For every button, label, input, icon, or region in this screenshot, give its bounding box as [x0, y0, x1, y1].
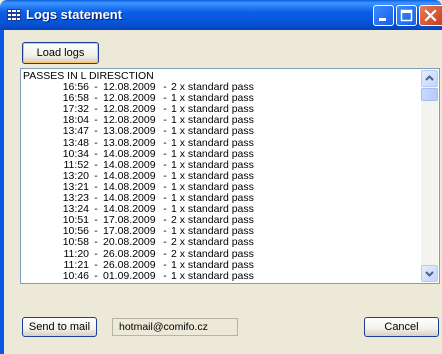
log-entry-description: 1 x standard pass — [171, 125, 254, 138]
minimize-button[interactable] — [373, 5, 394, 26]
log-entry-date: 13.08.2009 — [103, 136, 156, 149]
log-entry-time: 11:20 — [63, 247, 90, 260]
maximize-button[interactable] — [396, 5, 417, 26]
log-entry-separator: - — [94, 269, 98, 281]
close-button[interactable] — [419, 5, 442, 26]
chevron-up-icon — [425, 75, 434, 81]
minimize-icon — [379, 18, 386, 21]
log-entry: 11:20-26.08.2009-2 x standard pass — [23, 247, 415, 260]
log-text-area[interactable]: PASSES IN L DIRESCTION 16:56-12.08.2009-… — [20, 68, 440, 284]
title-bar[interactable]: Logs statement — [0, 0, 442, 30]
log-entry-date: 01.09.2009 — [103, 269, 156, 281]
load-logs-button[interactable]: Load logs — [22, 42, 99, 64]
logs-statement-window: Logs statement Load logs PASSES IN L DIR… — [0, 0, 442, 354]
log-entry: 13:48-13.08.2009-1 x standard pass — [23, 136, 415, 149]
log-entry-separator: - — [163, 269, 167, 281]
grid-app-icon — [7, 9, 21, 21]
log-entry: 10:46-01.09.2009-1 x standard pass — [23, 269, 415, 281]
scroll-up-button[interactable] — [421, 70, 438, 87]
log-entry-separator: - — [163, 247, 167, 260]
log-entry-separator: - — [94, 236, 98, 249]
log-entry-description: 2 x standard pass — [171, 236, 254, 249]
log-entry-time: 13:48 — [62, 136, 89, 149]
chevron-down-icon — [425, 271, 434, 277]
log-entry-separator: - — [163, 136, 167, 149]
log-entry-description: 1 x standard pass — [171, 136, 254, 149]
log-entry: 13:47-13.08.2009-1 x standard pass — [23, 126, 415, 137]
log-entry-date: 26.08.2009 — [103, 247, 156, 260]
email-field[interactable]: hotmail@comifo.cz — [112, 318, 238, 336]
log-entry-description: 2 x standard pass — [171, 247, 254, 260]
log-entry-separator: - — [163, 125, 167, 138]
log-entry: 10:58-20.08.2009-2 x standard pass — [23, 237, 415, 248]
log-list: 16:56-12.08.2009-2 x standard pass 16:58-… — [23, 81, 415, 281]
log-entry-separator: - — [94, 136, 98, 149]
log-entry-description: 1 x standard pass — [171, 269, 254, 281]
window-frame-left — [0, 30, 4, 354]
log-entry-time: 10:58 — [62, 236, 89, 249]
close-icon — [424, 9, 437, 22]
scroll-down-button[interactable] — [421, 265, 438, 282]
log-entry-separator: - — [94, 247, 98, 260]
cancel-button[interactable]: Cancel — [364, 317, 439, 337]
send-to-mail-button[interactable]: Send to mail — [22, 317, 97, 337]
log-entry-separator: - — [94, 125, 98, 138]
log-entry-date: 20.08.2009 — [103, 236, 156, 249]
log-content: PASSES IN L DIRESCTION 16:56-12.08.2009-… — [23, 71, 415, 281]
maximize-icon — [400, 9, 413, 22]
scroll-thumb[interactable] — [421, 88, 438, 101]
log-entry-time: 10:46 — [62, 269, 89, 281]
window-title: Logs statement — [26, 7, 123, 22]
log-entry-time: 13:47 — [62, 125, 89, 138]
log-entry-separator: - — [163, 236, 167, 249]
vertical-scrollbar[interactable] — [421, 70, 438, 282]
log-entry-date: 13.08.2009 — [103, 125, 156, 138]
